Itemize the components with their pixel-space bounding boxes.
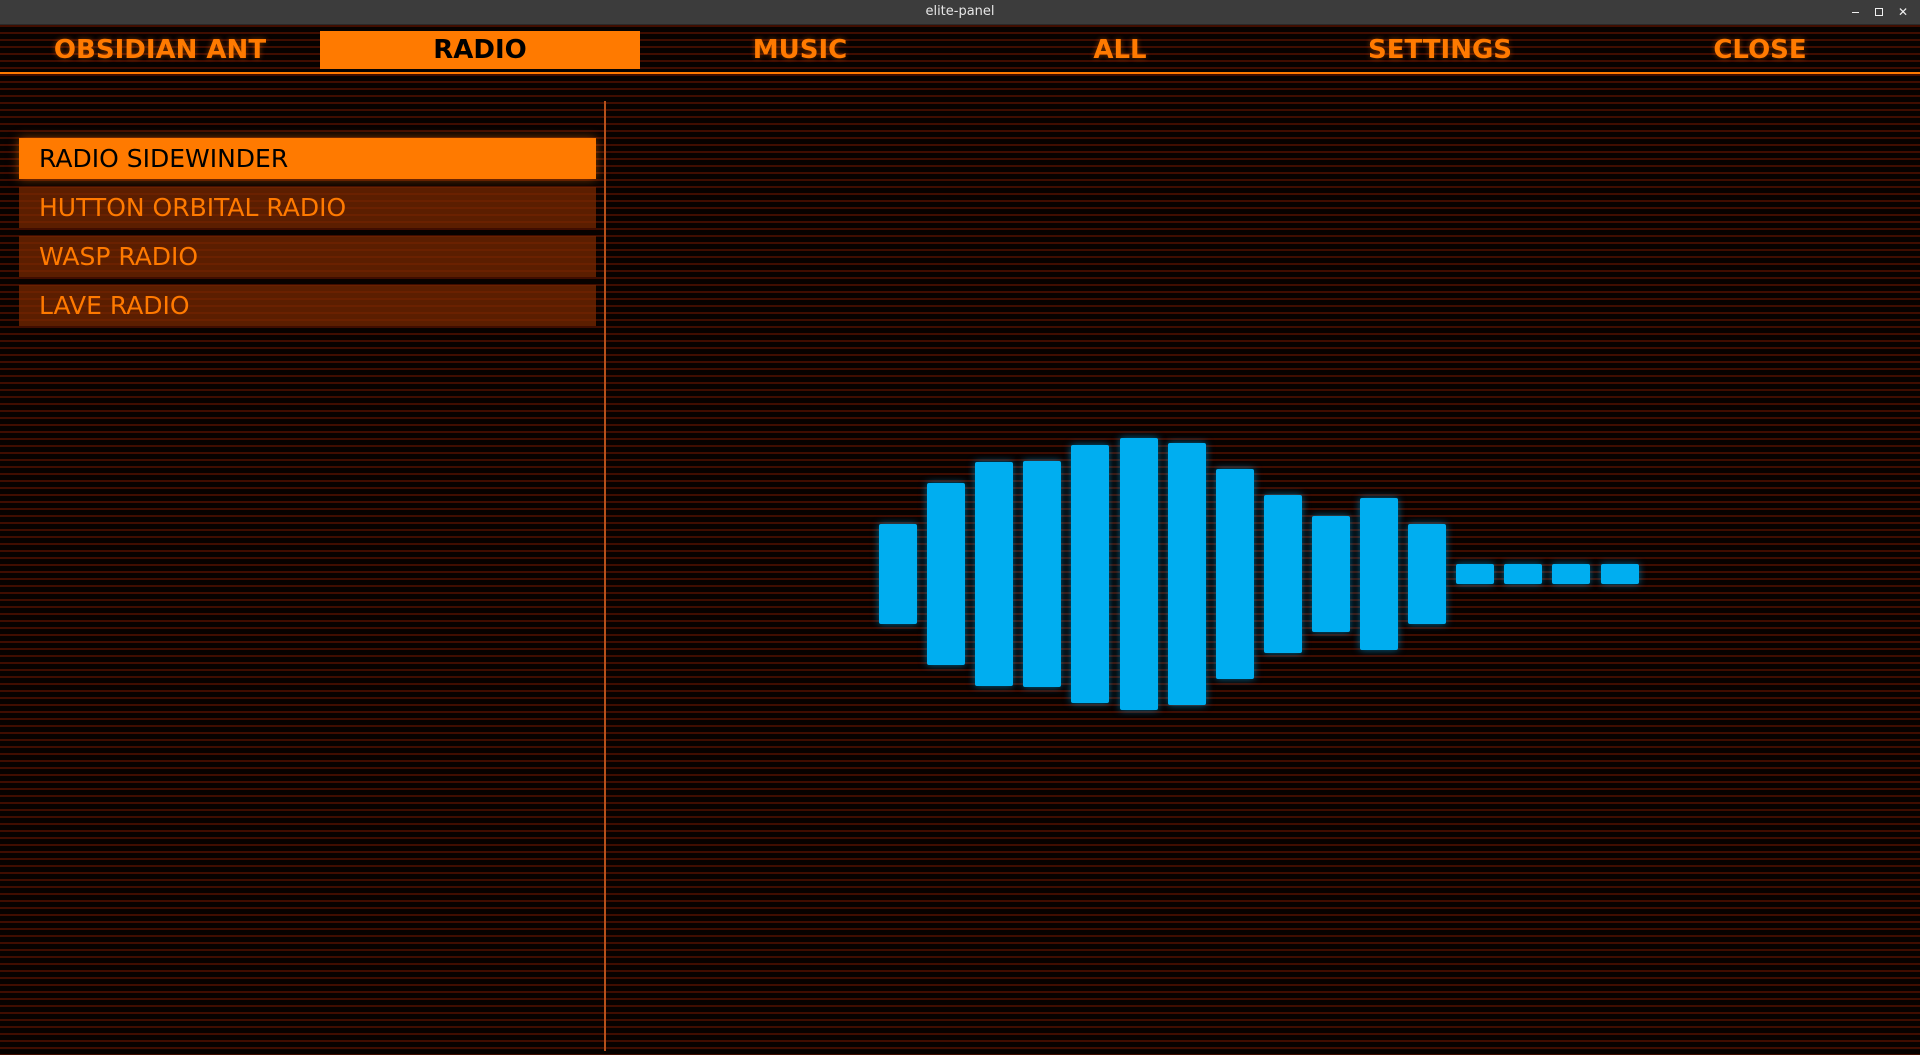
visualizer-bar [1456,564,1495,584]
visualizer-bar [1167,443,1206,705]
visualizer-bar [1023,461,1062,687]
minimize-icon[interactable] [1848,5,1862,19]
visualizer-bar [1119,438,1158,710]
visualizer-bar [1504,564,1543,584]
visualizer-bar [1600,564,1639,584]
visualizer-bar [1071,444,1110,704]
app-panel: OBSIDIAN ANT RADIO MUSIC ALL SETTINGS CL… [0,25,1920,1055]
visualizer-bar [927,482,966,666]
visualizer-bar [1360,497,1398,651]
visualizer-bar [1552,564,1591,584]
visualizer-bar [879,523,917,625]
window-controls: ✕ [1848,0,1910,24]
visualizer-bar [975,462,1014,686]
window-titlebar: elite-panel ✕ [0,0,1920,25]
visualizer-bar [1215,469,1254,679]
close-icon[interactable]: ✕ [1896,5,1910,19]
window-title: elite-panel [925,4,995,19]
visualizer-bar [1311,515,1350,633]
audio-visualizer [0,25,1920,1055]
visualizer-bar [1408,523,1447,625]
maximize-icon[interactable] [1872,5,1886,19]
visualizer-bar [1263,495,1302,653]
